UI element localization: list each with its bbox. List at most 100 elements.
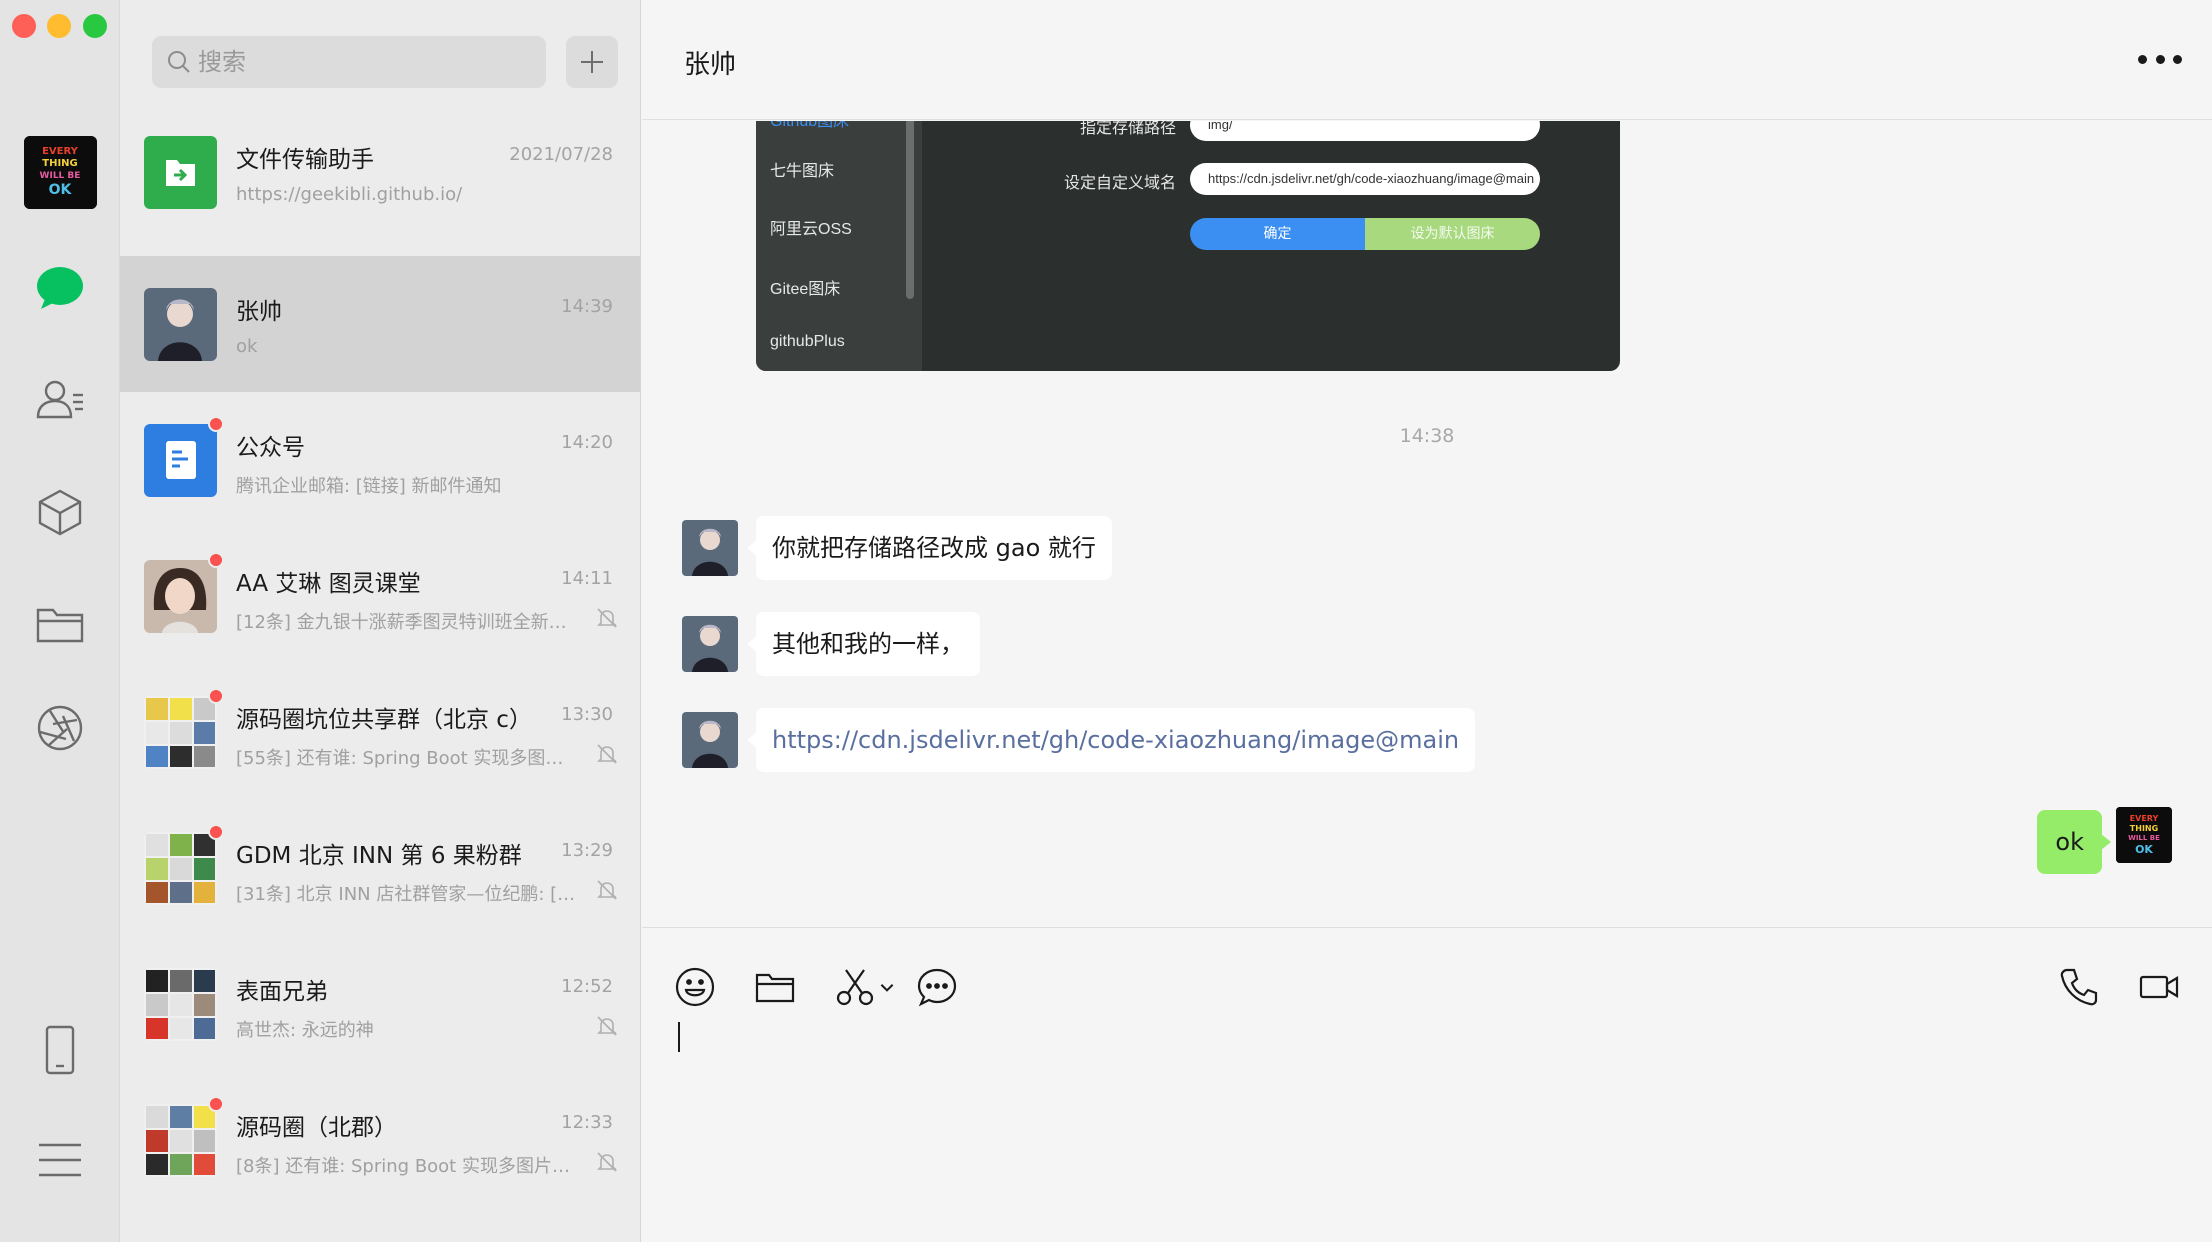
svg-text:EVERY: EVERY [42, 146, 79, 157]
nav-moments-button[interactable] [24, 692, 96, 764]
video-call-button[interactable] [2138, 962, 2180, 1012]
svg-text:WILL BE: WILL BE [2128, 834, 2160, 842]
conversation-time: 14:20 [561, 432, 613, 453]
menu-icon [39, 1143, 81, 1177]
person-avatar-icon [144, 288, 217, 361]
contact-avatar[interactable] [682, 616, 738, 672]
add-button[interactable] [566, 36, 618, 88]
search-input[interactable] [198, 48, 498, 76]
image-sidebar-item: githubPlus [770, 333, 845, 350]
search-icon [168, 51, 190, 73]
window-minimize-button[interactable] [47, 14, 71, 38]
everything-logo-icon: EVERY THING WILL BE OK [2116, 807, 2172, 863]
nav-files-button[interactable] [24, 588, 96, 660]
conversation-item[interactable]: AA 艾琳 图灵课堂 14:11 [12条] 金九银十涨薪季图灵特训班全新… [120, 528, 640, 664]
conversation-item[interactable]: 源码圈坑位共享群（北京 c） 13:30 [55条] 还有谁: Spring B… [120, 664, 640, 800]
official-account-icon [144, 424, 217, 497]
image-message[interactable]: Github图床 七牛图床 阿里云OSS Gitee图床 githubPlus … [756, 121, 1620, 371]
message-composer [642, 927, 2212, 1242]
nav-phone-button[interactable] [24, 1014, 96, 1086]
image-sidebar-item: Github图床 [770, 121, 850, 130]
contact-avatar[interactable] [682, 520, 738, 576]
contact-avatar [144, 560, 217, 633]
conversation-title: 表面兄弟 [236, 979, 328, 1005]
chat-history-button[interactable] [916, 962, 958, 1012]
send-file-button[interactable] [754, 962, 796, 1012]
person-avatar-icon [682, 712, 738, 768]
more-options-button[interactable] [2138, 44, 2182, 74]
image-sidebar-item: 七牛图床 [770, 163, 835, 180]
contact-avatar [144, 288, 217, 361]
conversation-item[interactable]: 表面兄弟 12:52 高世杰: 永远的神 [120, 936, 640, 1072]
nav-contacts-button[interactable] [24, 364, 96, 436]
nav-chat-button[interactable] [24, 252, 96, 324]
window-close-button[interactable] [12, 14, 36, 38]
favorites-icon [38, 489, 82, 536]
more-dot-icon [2173, 54, 2182, 64]
group-grid-icon [144, 696, 217, 769]
image-set-default-button: 设为默认图床 [1365, 218, 1540, 250]
conversation-preview: [31条] 北京 INN 店社群管家—位纪鹏: [… [236, 884, 576, 905]
svg-text:OK: OK [49, 182, 73, 198]
scissors-icon [836, 969, 874, 1006]
chat-bubble-icon [917, 968, 957, 1007]
conversation-preview: [12条] 金九银十涨薪季图灵特训班全新… [236, 612, 567, 633]
svg-text:OK: OK [2135, 843, 2153, 856]
conversation-preview: 腾讯企业邮箱: [链接] 新邮件通知 [236, 476, 502, 497]
plus-icon [581, 51, 603, 73]
files-icon [36, 608, 84, 643]
conversation-item-active[interactable]: 张帅 14:39 ok [120, 256, 640, 392]
unread-dot [208, 688, 224, 704]
group-grid-icon [144, 968, 217, 1041]
my-message-bubble[interactable]: ok [2037, 810, 2111, 874]
voice-call-button[interactable] [2058, 962, 2100, 1012]
conversation-time: 12:52 [561, 976, 613, 997]
group-grid-icon [144, 832, 217, 905]
time-separator: 14:38 [1399, 425, 1455, 447]
conversation-time: 2021/07/28 [509, 144, 613, 165]
message-bubble[interactable]: 其他和我的一样， [747, 612, 980, 676]
conversation-title: 文件传输助手 [236, 147, 374, 173]
file-transfer-avatar [144, 136, 217, 209]
mute-bell-icon [597, 744, 617, 764]
contacts-icon [36, 380, 83, 419]
person-avatar-icon [682, 616, 738, 672]
message-link-bubble[interactable]: https://cdn.jsdelivr.net/gh/code-xiaozhu… [746, 708, 1476, 772]
conversation-item[interactable]: 公众号 14:20 腾讯企业邮箱: [链接] 新邮件通知 [120, 392, 640, 528]
unread-dot [208, 416, 224, 432]
emoji-button[interactable] [674, 962, 716, 1012]
message-area[interactable]: Github图床 七牛图床 阿里云OSS Gitee图床 githubPlus … [642, 121, 2212, 927]
chat-header: 张帅 [642, 0, 2212, 120]
video-call-icon [2139, 975, 2179, 999]
image-sidebar: Github图床 七牛图床 阿里云OSS Gitee图床 githubPlus [756, 121, 922, 371]
message-bubble[interactable]: 你就把存储路径改成 gao 就行 [747, 516, 1112, 580]
search-box[interactable] [152, 36, 546, 88]
contact-avatar[interactable] [682, 712, 738, 768]
image-path-label: 指定存储路径 [1079, 121, 1176, 137]
nav-menu-button[interactable] [24, 1124, 96, 1196]
conversation-item[interactable]: 源码圈（北郡） 12:33 [8条] 还有谁: Spring Boot 实现多图… [120, 1072, 640, 1208]
conversation-title: 源码圈（北郡） [236, 1115, 397, 1141]
image-scrollbar [906, 121, 914, 299]
more-dot-icon [2155, 54, 2165, 64]
conversation-title: 源码圈坑位共享群（北京 c） [236, 707, 532, 733]
image-domain-input: https://cdn.jsdelivr.net/gh/code-xiaozhu… [1190, 163, 1540, 195]
image-confirm-button: 确定 [1190, 218, 1365, 250]
window-zoom-button[interactable] [83, 14, 107, 38]
my-avatar[interactable]: EVERY THING WILL BE OK [2116, 807, 2172, 863]
image-sidebar-item: Gitee图床 [770, 281, 841, 298]
message-input[interactable] [678, 1018, 2168, 1218]
screenshot-button[interactable] [834, 962, 896, 1012]
svg-text:THING: THING [42, 158, 78, 169]
conversation-item[interactable]: 文件传输助手 2021/07/28 https://geekibli.githu… [120, 104, 640, 240]
svg-text:EVERY: EVERY [2130, 814, 2159, 823]
unread-dot [208, 552, 224, 568]
group-avatar [144, 832, 217, 905]
nav-sidebar: EVERY THING WILL BE OK [0, 0, 120, 1242]
nav-favorites-button[interactable] [24, 476, 96, 548]
conversation-item[interactable]: GDM 北京 INN 第 6 果粉群 13:29 [31条] 北京 INN 店社… [120, 800, 640, 936]
conversation-time: 13:30 [561, 704, 613, 725]
unread-dot [208, 824, 224, 840]
my-avatar[interactable]: EVERY THING WILL BE OK [24, 136, 97, 209]
image-domain-label: 设定自定义域名 [1063, 173, 1176, 192]
